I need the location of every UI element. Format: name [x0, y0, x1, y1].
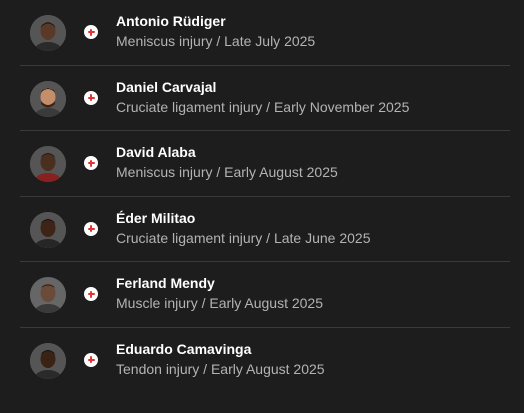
- player-name: David Alaba: [116, 144, 196, 160]
- injury-cross-icon: [84, 156, 98, 170]
- player-row[interactable]: Antonio Rüdiger Meniscus injury / Late J…: [0, 0, 524, 66]
- player-name: Eduardo Camavinga: [116, 340, 252, 357]
- player-name: Éder Militao: [116, 209, 196, 226]
- player-photo-icon: [30, 277, 66, 313]
- player-photo-icon: [30, 80, 66, 117]
- injury-detail: Cruciate ligament injury / Late June 202…: [116, 229, 371, 246]
- player-photo-icon: [30, 211, 66, 248]
- player-row[interactable]: Eduardo Camavinga Tendon injury / Early …: [0, 328, 524, 394]
- player-name: Daniel Carvajal: [116, 78, 217, 95]
- injury-detail: Tendon injury / Early August 2025: [116, 360, 325, 377]
- player-row[interactable]: Éder Militao Cruciate ligament injury / …: [0, 197, 524, 262]
- player-row[interactable]: Ferland Mendy Muscle injury / Early Augu…: [0, 262, 524, 328]
- injury-cross-icon: [84, 25, 98, 39]
- player-photo-icon: [30, 342, 66, 379]
- injury-detail: Meniscus injury / Late July 2025: [116, 33, 316, 49]
- injury-cross-icon: [84, 90, 98, 105]
- injury-cross-icon: [84, 221, 98, 236]
- injury-detail: Cruciate ligament injury / Early Novembe…: [116, 98, 410, 115]
- player-row[interactable]: David Alaba Meniscus injury / Early Augu…: [0, 131, 524, 197]
- player-row[interactable]: Daniel Carvajal Cruciate ligament injury…: [0, 66, 524, 131]
- injury-list: Antonio Rüdiger Meniscus injury / Late J…: [0, 0, 524, 413]
- injury-cross-icon: [84, 287, 98, 301]
- player-name: Antonio Rüdiger: [116, 13, 226, 29]
- player-photo-icon: [30, 146, 66, 182]
- player-photo-icon: [30, 15, 66, 51]
- injury-detail: Muscle injury / Early August 2025: [116, 295, 323, 311]
- player-name: Ferland Mendy: [116, 275, 215, 291]
- injury-detail: Meniscus injury / Early August 2025: [116, 164, 338, 180]
- injury-cross-icon: [84, 352, 98, 367]
